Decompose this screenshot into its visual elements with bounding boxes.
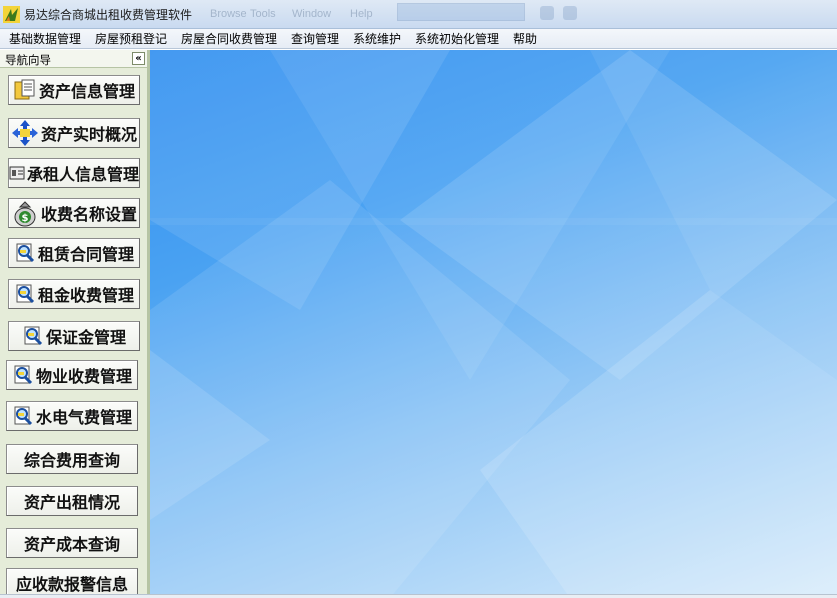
move-arrows-icon [11,120,38,146]
menu-contract-fee[interactable]: 房屋合同收费管理 [181,31,277,47]
nav-button-label: 租金收费管理 [37,286,134,305]
menu-query[interactable]: 查询管理 [291,31,339,47]
nav-button-deposit[interactable]: 保证金管理 [8,321,140,351]
collapse-button[interactable]: « [132,52,145,65]
nav-button-fee-names[interactable]: $ 收费名称设置 [8,198,140,228]
nav-button-label: 收费名称设置 [40,205,137,224]
folder-document-icon [14,79,35,100]
search-document-icon [16,284,35,304]
nav-button-utility-fee[interactable]: 水电气费管理 [6,401,138,431]
ghost-menu-tools: Tools [250,8,276,20]
money-bag-icon: $ [14,201,36,227]
id-card-icon [9,166,25,180]
menu-help[interactable]: 帮助 [513,31,537,47]
ghost-toolbar: Browse Tools Window Help [0,0,837,29]
menu-maintenance[interactable]: 系统维护 [353,31,401,47]
ghost-menu-browse: Browse [210,8,247,20]
nav-button-label: 资产成本查询 [23,535,120,554]
menu-basic-data[interactable]: 基础数据管理 [9,31,81,47]
ghost-search-icon [563,6,577,20]
menu-pre-rent[interactable]: 房屋预租登记 [95,31,167,47]
nav-header: 导航向导 « [0,50,147,68]
nav-button-asset-info[interactable]: 资产信息管理 [8,75,140,105]
search-document-icon [16,243,35,263]
ghost-menu-help: Help [350,8,373,20]
menu-bar: 基础数据管理 房屋预租登记 房屋合同收费管理 查询管理 系统维护 系统初始化管理… [0,29,837,49]
nav-button-label: 水电气费管理 [35,408,132,427]
title-bar: 易达综合商城出租收费管理软件 Browse Tools Window Help [0,0,837,29]
nav-button-label: 综合费用查询 [23,451,120,470]
nav-button-property-fee[interactable]: 物业收费管理 [6,360,138,390]
nav-button-label: 物业收费管理 [35,367,132,386]
ghost-gear-icon [540,6,554,20]
nav-button-asset-overview[interactable]: 资产实时概况 [8,118,140,148]
search-document-icon [24,326,43,346]
ghost-combo-box [397,3,525,21]
nav-button-label: 资产出租情况 [23,493,120,512]
status-bar [0,594,837,598]
nav-button-rent-status[interactable]: 资产出租情况 [6,486,138,516]
nav-button-label: 保证金管理 [45,328,126,347]
navigation-panel: 导航向导 « 资产信息管理 资产实时概况 承租人信息管理 $ 收费名称设置 租赁… [0,50,150,598]
menu-init[interactable]: 系统初始化管理 [415,31,499,47]
nav-button-lease-contract[interactable]: 租赁合同管理 [8,238,140,268]
nav-button-rent-fee[interactable]: 租金收费管理 [8,279,140,309]
nav-button-label: 承租人信息管理 [27,165,140,184]
search-document-icon [14,365,33,385]
nav-button-label: 租赁合同管理 [37,245,134,264]
nav-button-label: 资产信息管理 [38,82,135,101]
nav-button-fee-query[interactable]: 综合费用查询 [6,444,138,474]
main-workspace [150,50,837,598]
nav-button-label: 应收款报警信息 [15,575,128,594]
ghost-menu-window: Window [292,8,332,20]
nav-button-label: 资产实时概况 [40,125,137,144]
nav-title: 导航向导 [5,53,51,67]
nav-button-tenant-info[interactable]: 承租人信息管理 [8,158,140,188]
search-document-icon [14,406,33,426]
svg-text:$: $ [22,213,29,224]
nav-button-cost-query[interactable]: 资产成本查询 [6,528,138,558]
background-decoration [150,50,837,598]
